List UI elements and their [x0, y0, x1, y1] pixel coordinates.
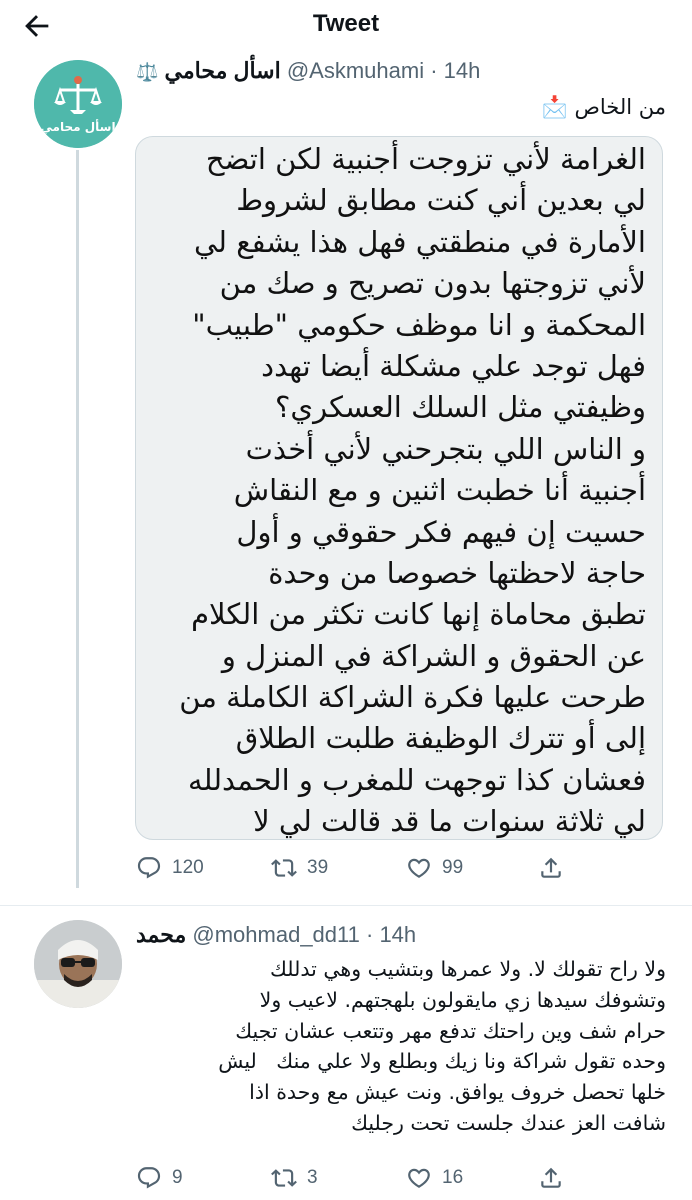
share-icon [541, 857, 561, 878]
envelope-icon: 📩 [541, 95, 568, 119]
retweet-button[interactable]: 3 [271, 1160, 318, 1196]
image-line: الأمارة في منطقتي فهل هذا يشفع لي [194, 224, 646, 259]
tweet-line: خلها تحصل خروف يوافق. ونت عيش مع وحدة اذ… [249, 1080, 666, 1105]
author-name[interactable]: اسأل محامي [165, 58, 281, 83]
tweet-text: ولا راح تقولك لا. ولا عمرها وبتشيب وهي ت… [136, 954, 666, 1139]
like-count: 16 [442, 1167, 464, 1188]
image-line: الغرامة لأني تزوجت أجنبية لكن اتضح [205, 142, 646, 176]
retweet-icon [271, 1169, 297, 1187]
like-button[interactable]: 16 [406, 1160, 463, 1196]
author-handle[interactable]: @Askmuhami [287, 58, 424, 83]
like-count: 99 [442, 857, 464, 878]
thread-connector [76, 150, 79, 888]
image-line: و الناس اللي بتجرحني لأني أخذت [245, 431, 646, 466]
share-button[interactable] [538, 850, 564, 886]
avatar[interactable] [34, 920, 122, 1008]
top-bar: Tweet [0, 0, 692, 50]
image-line: وظيفتي مثل السلك العسكري؟ [275, 390, 646, 425]
tweet-line: حرام شف وين راحتك تدفع مهر وتتعب عشان تج… [235, 1018, 666, 1043]
tweet-text: من الخاص 📩 [136, 92, 666, 122]
image-line: فهل توجد علي مشكلة أيضا تهدد [261, 348, 646, 383]
retweet-count: 39 [307, 857, 329, 878]
tweet-header: ⚖️ اسأل محامي @Askmuhami · 14h [136, 56, 480, 86]
share-button[interactable] [538, 1160, 564, 1196]
author-handle[interactable]: @mohmad_dd11 [192, 922, 359, 947]
tweet-line: وحده تقول شراكة ونا زيك وبطلع ولا علي من… [218, 1049, 666, 1074]
tweet-line: وتشوفك سيدها زي مايقولون بلهجتهم. لاعيب … [259, 987, 666, 1012]
scales-emoji-icon: ⚖️ [136, 62, 159, 82]
reply-button[interactable]: 9 [136, 1160, 183, 1196]
heart-icon [408, 1168, 430, 1188]
reply-icon [137, 1167, 161, 1189]
retweet-button[interactable]: 39 [271, 850, 328, 886]
image-line: المحكمة و انا موظف حكومي "طبيب" [192, 307, 646, 342]
image-line: طرحت عليها فكرة الشراكة الكاملة من [179, 680, 646, 715]
tweet-line: ولا راح تقولك لا. ولا عمرها وبتشيب وهي ت… [270, 957, 666, 981]
tweet-line: شافت العز عندك جلست تحت رجليك [351, 1110, 666, 1135]
tweet-text-content: من الخاص [574, 95, 667, 119]
like-button[interactable]: 99 [406, 850, 463, 886]
image-text-block: الغرامة لأني تزوجت أجنبية لكن اتضح لي بع… [136, 137, 662, 839]
image-line: إلى أو تترك الوظيفة طلبت الطلاق [235, 721, 646, 756]
image-line: لأني تزوجتها بدون تصريح و صك من [219, 266, 646, 301]
tweet-image[interactable]: الغرامة لأني تزوجت أجنبية لكن اتضح لي بع… [135, 136, 663, 840]
retweet-count: 3 [307, 1167, 318, 1188]
tweet-header: محمد @mohmad_dd11 · 14h [136, 920, 416, 950]
image-line: حاجة لاحظتها خصوصا من وحدة [268, 555, 646, 590]
reply-icon [137, 857, 161, 879]
author-name[interactable]: محمد [136, 922, 186, 947]
heart-icon [408, 858, 430, 878]
retweet-icon [271, 859, 297, 877]
main-tweet[interactable]: اسأل محامي ⚖️ اسأل محامي @Askmuhami · 14… [0, 50, 692, 900]
timestamp[interactable]: · 14h [366, 922, 416, 947]
page-title: Tweet [312, 10, 380, 37]
image-line: تطبق محاماة إنها كانت تكثر من الكلام [191, 597, 646, 632]
image-line: أجنبية أنا خطبت اثنين و مع النقاش [233, 473, 646, 508]
avatar[interactable]: اسأل محامي [34, 60, 122, 148]
reply-count: 9 [172, 1167, 183, 1188]
tweet-actions: 120 39 99 [136, 850, 596, 886]
image-line: فعشان كذا توجهت للمغرب و الحمدلله [188, 762, 646, 797]
image-line: حسيت إن فيهم فكر حقوقي و أول [236, 514, 646, 549]
scales-logo-icon [34, 60, 122, 148]
reply-tweet[interactable]: محمد @mohmad_dd11 · 14h ولا راح تقولك لا… [0, 906, 692, 1200]
image-line: لي ثلاثة سنوات ما قد قالت لي لا [253, 804, 646, 839]
tweet-actions: 9 3 16 [136, 1160, 596, 1196]
image-line: لي بعدين أني كنت مطابق لشروط [236, 183, 646, 218]
reply-count: 120 [172, 857, 204, 878]
reply-button[interactable]: 120 [136, 850, 204, 886]
profile-photo-icon [34, 920, 122, 1008]
share-icon [541, 1167, 561, 1188]
image-line: عن الحقوق و الشراكة في المنزل و [221, 638, 646, 673]
avatar-label: اسأل محامي [40, 120, 116, 134]
timestamp[interactable]: · 14h [430, 58, 480, 83]
